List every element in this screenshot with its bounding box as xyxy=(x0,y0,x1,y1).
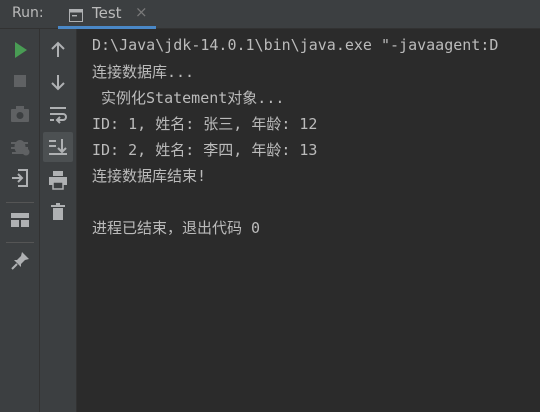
camera-icon[interactable] xyxy=(8,102,32,126)
left-toolbar xyxy=(0,29,40,412)
console-output[interactable]: D:\Java\jdk-14.0.1\bin\java.exe "-javaag… xyxy=(77,29,540,412)
console-toolbar xyxy=(40,29,77,412)
rerun-icon[interactable] xyxy=(8,38,32,62)
soft-wrap-icon[interactable] xyxy=(46,102,70,126)
toolbar-separator xyxy=(6,202,34,203)
console-line: D:\Java\jdk-14.0.1\bin\java.exe "-javaag… xyxy=(92,36,499,54)
tab-test[interactable]: Test × xyxy=(58,0,156,29)
run-tab-bar: Run: Test × xyxy=(0,0,540,29)
run-tool-window: Run: Test × D:\Java\jdk-14.0.1\bin\java.… xyxy=(0,0,540,412)
tab-title: Test xyxy=(92,4,122,22)
exit-icon[interactable] xyxy=(8,166,32,190)
pin-icon[interactable] xyxy=(8,249,32,273)
run-label: Run: xyxy=(12,5,44,21)
console-window-icon xyxy=(69,7,83,22)
layout-icon[interactable] xyxy=(8,208,32,232)
stop-icon[interactable] xyxy=(8,69,32,93)
console-line: ID: 1, 姓名: 张三, 年龄: 12 xyxy=(92,115,318,133)
debug-icon[interactable] xyxy=(8,134,32,158)
console-line: 连接数据库... xyxy=(92,63,195,81)
console-line: 连接数据库结束! xyxy=(92,167,207,185)
console-line: 进程已结束，退出代码 0 xyxy=(92,219,261,237)
console-line: 实例化Statement对象... xyxy=(92,89,285,107)
print-icon[interactable] xyxy=(46,168,70,192)
console-line: ID: 2, 姓名: 李四, 年龄: 13 xyxy=(92,141,318,159)
arrow-down-icon[interactable] xyxy=(46,70,70,94)
scroll-to-end-icon[interactable] xyxy=(43,132,73,162)
close-icon[interactable]: × xyxy=(135,5,148,20)
trash-icon[interactable] xyxy=(46,200,70,224)
toolbar-separator xyxy=(6,242,34,243)
arrow-up-icon[interactable] xyxy=(46,38,70,62)
